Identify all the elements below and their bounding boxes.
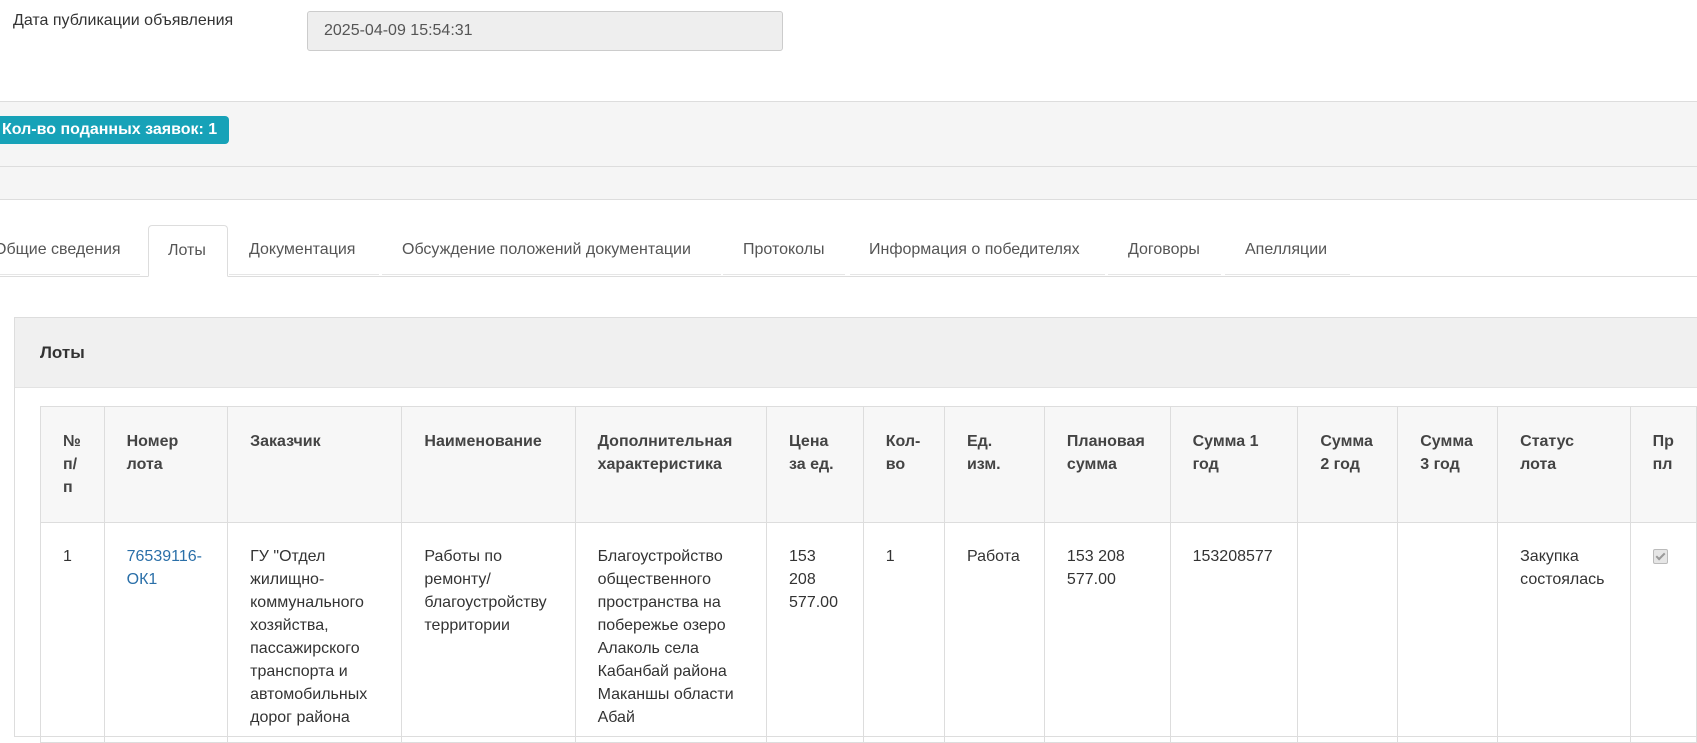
col-header-sum-year2: Сумма 2 год [1297, 406, 1399, 523]
col-header-lot-number: Номер лота [103, 406, 229, 523]
col-header-description: Дополнительная характеристика [574, 406, 768, 523]
tab-label: Договоры [1128, 241, 1200, 258]
cell-unit: Работа [943, 522, 1045, 743]
tab-documentation[interactable]: Документация [229, 225, 379, 275]
col-header-unit-price: Цена за ед. [766, 406, 864, 523]
col-header-customer: Заказчик [227, 406, 403, 523]
tab-label: Документация [249, 241, 356, 258]
applications-band: Кол-во поданных заявок: 1 [0, 101, 1697, 167]
lots-table: № п/п Номер лота Заказчик Наименование Д… [40, 406, 1697, 743]
tab-label: Общие сведения [0, 241, 121, 258]
cell-unit-price: 153 208 577.00 [766, 522, 864, 743]
cell-name: Работы по ремонту/ благоустройству терри… [401, 522, 576, 743]
table-row: 1 76539116-ОК1 ГУ "Отдел жилищно-коммуна… [40, 522, 1697, 743]
cell-lot-status: Закупка состоялась [1497, 522, 1631, 743]
cell-number: 1 [40, 522, 105, 743]
cell-sum-year3 [1397, 522, 1499, 743]
cell-sum-year2 [1297, 522, 1399, 743]
publication-date-label: Дата публикации объявления [13, 12, 234, 29]
tab-label: Информация о победителях [869, 241, 1080, 258]
tab-label: Апелляции [1245, 241, 1328, 258]
tab-label: Лоты [168, 242, 206, 259]
table-header-row: № п/п Номер лота Заказчик Наименование Д… [40, 406, 1697, 523]
cell-customer: ГУ "Отдел жилищно-коммунального хозяйств… [227, 522, 403, 743]
col-header-quantity: Кол-во [862, 406, 945, 523]
col-header-lot-status: Статус лота [1497, 406, 1631, 523]
cell-planned-sum: 153 208 577.00 [1043, 522, 1171, 743]
empty-band [0, 167, 1697, 200]
col-header-truncated: Пр пл [1629, 406, 1697, 523]
lot-number-link[interactable]: 76539116-ОК1 [127, 548, 202, 588]
cell-description: Благоустройство общественного пространст… [574, 522, 768, 743]
cell-quantity: 1 [862, 522, 945, 743]
col-header-sum-year1: Сумма 1 год [1169, 406, 1299, 523]
cell-checkbox [1629, 522, 1697, 743]
publication-date-field[interactable]: 2025-04-09 15:54:31 [307, 11, 783, 51]
tab-bar: Общие сведения Лоты Документация Обсужде… [0, 225, 1697, 277]
tab-documentation-discussion[interactable]: Обсуждение положений документации [382, 225, 721, 275]
tab-label: Обсуждение положений документации [402, 241, 691, 258]
tab-winners-info[interactable]: Информация о победителях [850, 225, 1105, 275]
cell-sum-year1: 153208577 [1169, 522, 1299, 743]
panel-title: Лоты [15, 318, 1697, 388]
tab-appeals[interactable]: Апелляции [1225, 225, 1350, 275]
col-header-sum-year3: Сумма 3 год [1397, 406, 1499, 523]
applications-count-badge: Кол-во поданных заявок: 1 [0, 116, 230, 144]
cell-lot-number: 76539116-ОК1 [103, 522, 229, 743]
tab-protocols[interactable]: Протоколы [723, 225, 845, 275]
tab-general-info[interactable]: Общие сведения [0, 225, 140, 275]
tab-lots[interactable]: Лоты [148, 225, 228, 277]
tab-label: Протоколы [743, 241, 825, 258]
col-header-unit: Ед. изм. [943, 406, 1045, 523]
col-header-planned-sum: Плановая сумма [1043, 406, 1171, 523]
col-header-number: № п/п [40, 406, 105, 523]
col-header-name: Наименование [401, 406, 576, 523]
tab-contracts[interactable]: Договоры [1108, 225, 1221, 275]
plan-checkbox[interactable] [1652, 549, 1668, 564]
